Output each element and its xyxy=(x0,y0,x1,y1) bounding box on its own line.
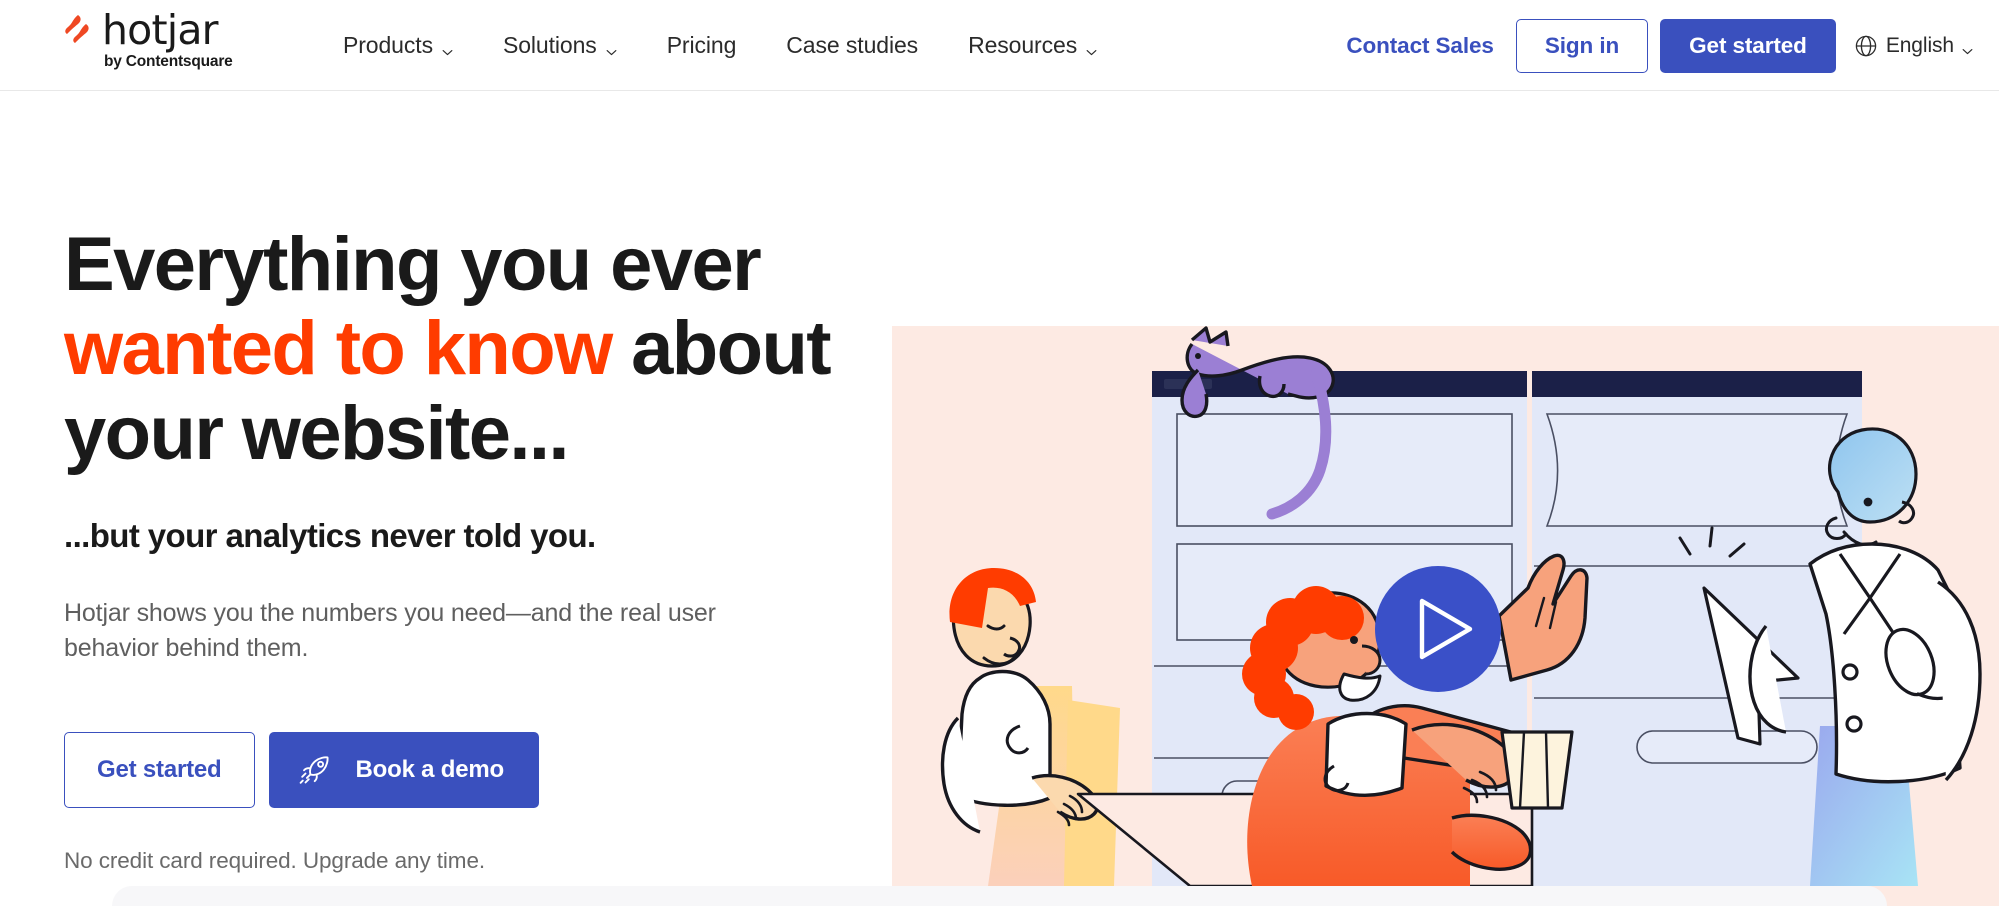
rocket-icon xyxy=(296,751,334,789)
headline-line-3: your website... xyxy=(64,390,570,476)
logo-wordmark: hotjar xyxy=(102,6,219,54)
headline-line-2-rest: about xyxy=(611,306,831,392)
book-a-demo-label: Book a demo xyxy=(355,755,505,783)
chevron-down-icon xyxy=(606,32,617,59)
book-a-demo-button[interactable]: Book a demo xyxy=(268,731,540,808)
hero-cta-row: Get started Book a demo xyxy=(64,731,854,808)
hero-fineprint: No credit card required. Upgrade any tim… xyxy=(64,847,486,873)
nav-item-solutions[interactable]: Solutions xyxy=(478,0,642,91)
language-label: English xyxy=(1885,33,1954,57)
main-navigation: Products Solutions Pricing Case studies … xyxy=(318,0,1122,91)
contact-sales-link[interactable]: Contact Sales xyxy=(1324,33,1516,59)
get-started-button-header[interactable]: Get started xyxy=(1660,18,1836,73)
site-header: hotjar by Contentsquare Products Solutio… xyxy=(0,0,1999,91)
globe-icon xyxy=(1854,34,1878,58)
play-button xyxy=(1375,566,1501,692)
nav-item-resources[interactable]: Resources xyxy=(943,0,1122,91)
next-section-panel xyxy=(112,886,1887,906)
nav-item-label: Products xyxy=(343,32,433,58)
chevron-down-icon xyxy=(1962,34,1973,58)
headline-line-1: Everything you ever xyxy=(64,222,762,307)
nav-item-label: Case studies xyxy=(786,32,919,58)
hero-illustration[interactable] xyxy=(892,326,1999,906)
chevron-down-icon xyxy=(442,32,453,59)
nav-item-pricing[interactable]: Pricing xyxy=(642,0,762,91)
header-actions: Contact Sales Sign in Get started Englis… xyxy=(1324,0,1999,91)
popcorn-cup xyxy=(1500,730,1574,810)
hero-body-text: Hotjar shows you the numbers you need—an… xyxy=(64,598,716,663)
hero-section: Everything you ever wanted to know about… xyxy=(0,91,1999,906)
nav-item-case-studies[interactable]: Case studies xyxy=(761,0,943,91)
language-selector[interactable]: English xyxy=(1854,34,1973,58)
logo-tagline: by Contentsquare xyxy=(104,52,233,70)
headline-accent: wanted to know xyxy=(64,306,613,392)
nav-item-label: Pricing xyxy=(666,32,737,58)
nav-item-products[interactable]: Products xyxy=(318,0,478,91)
get-started-button-hero[interactable]: Get started xyxy=(64,731,255,808)
logo-row: hotjar xyxy=(62,6,219,54)
sign-in-button[interactable]: Sign in xyxy=(1515,18,1649,73)
nav-item-label: Solutions xyxy=(502,32,597,58)
hero-copy: Everything you ever wanted to know about… xyxy=(64,222,854,874)
brand-logo[interactable]: hotjar by Contentsquare xyxy=(62,6,233,71)
nav-item-label: Resources xyxy=(968,32,1078,58)
hotjar-flame-icon xyxy=(62,13,92,47)
chevron-down-icon xyxy=(1086,32,1097,59)
page-title: Everything you ever wanted to know about… xyxy=(64,222,854,476)
hero-subhead: ...but your analytics never told you. xyxy=(64,517,596,555)
